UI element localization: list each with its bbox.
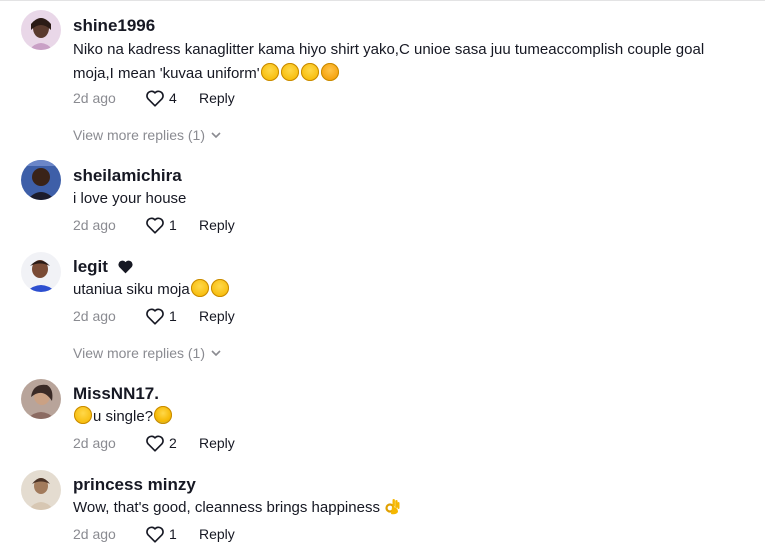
ok-hand-emoji-icon <box>385 499 400 515</box>
reply-button[interactable]: Reply <box>199 524 235 544</box>
avatar[interactable] <box>21 160 61 200</box>
reply-button[interactable]: Reply <box>199 433 235 453</box>
heart-outline-icon <box>146 526 164 543</box>
comment-text: i love your house <box>73 190 187 207</box>
comment-username[interactable]: legit <box>73 257 134 277</box>
reply-button[interactable]: Reply <box>199 215 235 235</box>
avatar[interactable] <box>21 252 61 292</box>
tears-of-joy-emoji-icon <box>190 279 209 297</box>
like-button[interactable]: 1 <box>145 306 177 326</box>
heart-outline-icon <box>146 90 164 107</box>
tears-of-joy-emoji-icon <box>300 63 319 81</box>
chevron-down-icon <box>211 350 221 356</box>
like-count: 1 <box>169 526 177 542</box>
comment-text: u single? <box>73 405 733 429</box>
comment-text: Wow, that's good, cleanness brings happi… <box>73 496 733 520</box>
like-count: 1 <box>169 308 177 324</box>
comment-username[interactable]: sheilamichira <box>73 166 182 186</box>
comment-time: 2d ago <box>73 435 116 451</box>
heart-outline-icon <box>146 308 164 325</box>
tears-of-joy-emoji-icon <box>260 63 279 81</box>
chevron-down-icon <box>211 132 221 138</box>
comment-text-content: u single? <box>93 408 154 425</box>
like-count: 1 <box>169 217 177 233</box>
like-button[interactable]: 2 <box>145 433 177 453</box>
tears-of-joy-emoji-icon <box>210 279 229 297</box>
comment-username[interactable]: princess minzy <box>73 475 196 495</box>
loudly-crying-emoji-icon <box>154 406 173 424</box>
view-more-replies-label: View more replies (1) <box>73 127 206 143</box>
comment-username[interactable]: MissNN17. <box>73 384 159 404</box>
comment-text-content: utaniua siku moja <box>73 281 190 298</box>
like-button[interactable]: 1 <box>145 215 177 235</box>
view-more-replies[interactable]: View more replies (1) <box>73 125 221 145</box>
avatar[interactable] <box>21 10 61 50</box>
heart-outline-icon <box>146 217 164 234</box>
comment-text: Niko na kadress kanaglitter kama hiyo sh… <box>73 38 733 86</box>
top-divider <box>0 0 765 1</box>
comment-time: 2d ago <box>73 308 116 324</box>
avatar[interactable] <box>21 379 61 419</box>
comment-username-text: legit <box>73 257 108 276</box>
heart-outline-icon <box>146 435 164 452</box>
comment-time: 2d ago <box>73 217 116 233</box>
reply-button[interactable]: Reply <box>199 306 235 326</box>
like-button[interactable]: 1 <box>145 524 177 544</box>
black-heart-icon <box>118 260 133 274</box>
comment-text: utaniua siku moja <box>73 278 733 302</box>
comment-text-content: Wow, that's good, cleanness brings happi… <box>73 499 380 516</box>
tears-of-joy-emoji-icon <box>280 63 299 81</box>
view-more-replies-label: View more replies (1) <box>73 345 206 361</box>
comment-time: 2d ago <box>73 526 116 542</box>
like-button[interactable]: 4 <box>145 88 177 108</box>
like-count: 4 <box>169 90 177 106</box>
tears-of-joy-emoji-icon <box>74 406 92 424</box>
comment-username[interactable]: shine1996 <box>73 16 155 36</box>
comment-time: 2d ago <box>73 90 116 106</box>
avatar[interactable] <box>21 470 61 510</box>
view-more-replies[interactable]: View more replies (1) <box>73 343 221 363</box>
reply-button[interactable]: Reply <box>199 88 235 108</box>
comment-text-content: Niko na kadress kanaglitter kama hiyo sh… <box>73 41 705 82</box>
smiling-face-with-hearts-emoji-icon <box>320 63 339 81</box>
like-count: 2 <box>169 435 177 451</box>
